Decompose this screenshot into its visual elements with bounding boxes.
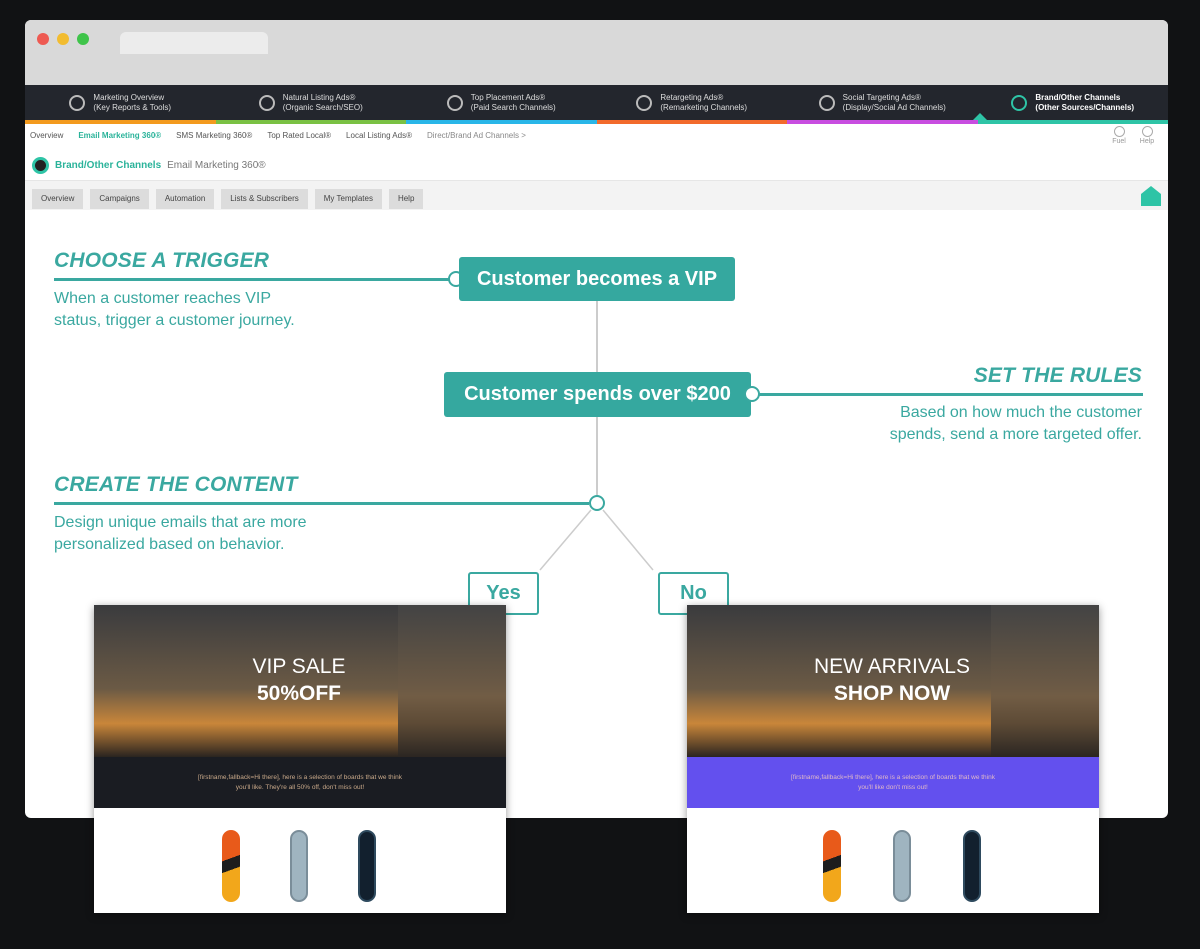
skateboard-navy	[963, 830, 981, 902]
email-body-text: [firstname,fallback=Hi there], here is a…	[198, 774, 402, 791]
skateboard-orange	[823, 830, 841, 902]
headline-line2: SHOP NOW	[833, 682, 951, 705]
email-preview-new-arrivals[interactable]: NEW ARRIVALS SHOP NOW [firstname,fallback…	[687, 605, 1099, 913]
email-body: [firstname,fallback=Hi there], here is a…	[94, 757, 506, 808]
skateboard-gray	[893, 830, 911, 902]
headline-line1: VIP SALE	[252, 655, 346, 678]
email-headline: VIP SALE 50%OFF	[144, 653, 454, 707]
email-body: [firstname,fallback=Hi there], here is a…	[687, 757, 1099, 808]
email-body-text: [firstname,fallback=Hi there], here is a…	[791, 774, 995, 791]
skateboard-navy	[358, 830, 376, 902]
skateboard-orange	[222, 830, 240, 902]
headline-line2: 50%OFF	[256, 682, 342, 705]
email-headline: NEW ARRIVALS SHOP NOW	[737, 653, 1047, 707]
email-preview-vip[interactable]: VIP SALE 50%OFF [firstname,fallback=Hi th…	[94, 605, 506, 913]
skateboard-gray	[290, 830, 308, 902]
headline-line1: NEW ARRIVALS	[814, 655, 970, 678]
